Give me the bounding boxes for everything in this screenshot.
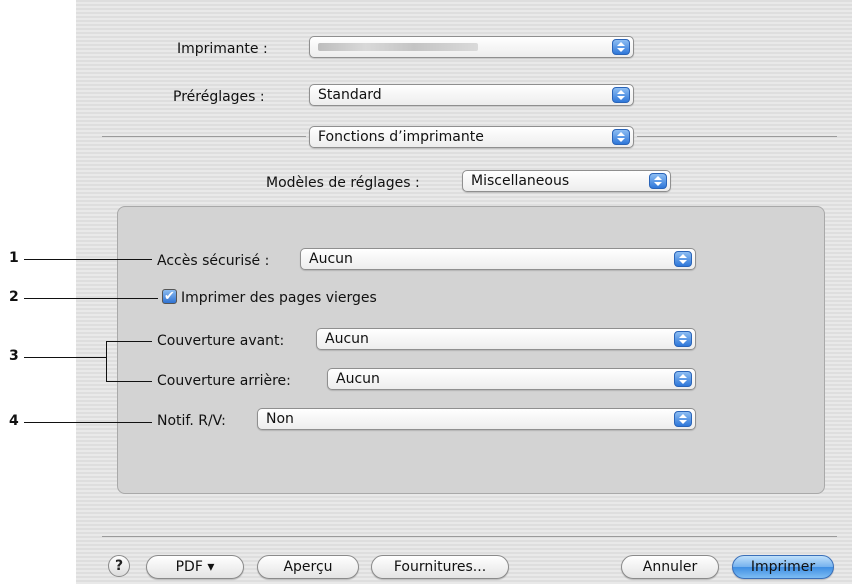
notif-rv-popup[interactable]: Non <box>257 408 696 430</box>
annotation-line <box>24 422 152 423</box>
printer-label: Imprimante : <box>177 41 268 57</box>
feature-sets-value: Miscellaneous <box>471 173 570 189</box>
supplies-button[interactable]: Fournitures... <box>371 555 509 579</box>
printer-popup[interactable] <box>309 36 634 58</box>
back-cover-value: Aucun <box>336 371 380 387</box>
popup-arrows-icon <box>649 173 667 189</box>
front-cover-popup[interactable]: Aucun <box>316 328 696 350</box>
popup-arrows-icon <box>674 371 692 387</box>
back-cover-popup[interactable]: Aucun <box>327 368 696 390</box>
separator-line <box>637 136 837 137</box>
annotation-line <box>24 298 158 299</box>
popup-arrows-icon <box>674 411 692 427</box>
back-cover-label: Couverture arrière: <box>157 373 291 389</box>
popup-arrows-icon <box>674 331 692 347</box>
secure-access-popup[interactable]: Aucun <box>300 248 696 270</box>
popup-arrows-icon <box>674 251 692 267</box>
annotation-line <box>24 357 106 358</box>
annotation-4: 4 <box>9 413 19 429</box>
notif-rv-value: Non <box>266 411 294 427</box>
help-button[interactable]: ? <box>108 555 130 577</box>
annotation-2: 2 <box>9 289 19 305</box>
feature-sets-label: Modèles de réglages : <box>266 175 420 191</box>
annotation-line <box>106 381 152 382</box>
print-blank-pages-checkbox[interactable]: ✔ <box>162 289 177 304</box>
annotation-line <box>24 259 152 260</box>
preview-button[interactable]: Aperçu <box>257 555 359 579</box>
printer-name-redacted <box>318 43 478 51</box>
annotation-line <box>106 341 152 342</box>
panel-selector-popup[interactable]: Fonctions d’imprimante <box>309 126 634 148</box>
panel-selector-value: Fonctions d’imprimante <box>318 129 484 145</box>
print-blank-pages-label: Imprimer des pages vierges <box>181 290 377 306</box>
secure-access-label: Accès sécurisé : <box>157 253 270 269</box>
cancel-button[interactable]: Annuler <box>621 555 719 579</box>
feature-sets-popup[interactable]: Miscellaneous <box>462 170 671 192</box>
popup-arrows-icon <box>612 129 630 145</box>
popup-arrows-icon <box>612 39 630 55</box>
front-cover-value: Aucun <box>325 331 369 347</box>
annotation-bracket <box>106 341 107 381</box>
presets-label: Préréglages : <box>173 89 265 105</box>
popup-arrows-icon <box>612 87 630 103</box>
notif-rv-label: Notif. R/V: <box>157 413 226 429</box>
secure-access-value: Aucun <box>309 251 353 267</box>
print-button[interactable]: Imprimer <box>732 555 834 579</box>
annotation-3: 3 <box>9 348 19 364</box>
presets-value: Standard <box>318 87 382 103</box>
annotation-1: 1 <box>9 250 19 266</box>
front-cover-label: Couverture avant: <box>157 333 285 349</box>
bottom-separator <box>102 536 837 537</box>
pdf-menu-button[interactable]: PDF ▾ <box>146 555 244 579</box>
separator-line <box>102 136 306 137</box>
presets-popup[interactable]: Standard <box>309 84 634 106</box>
